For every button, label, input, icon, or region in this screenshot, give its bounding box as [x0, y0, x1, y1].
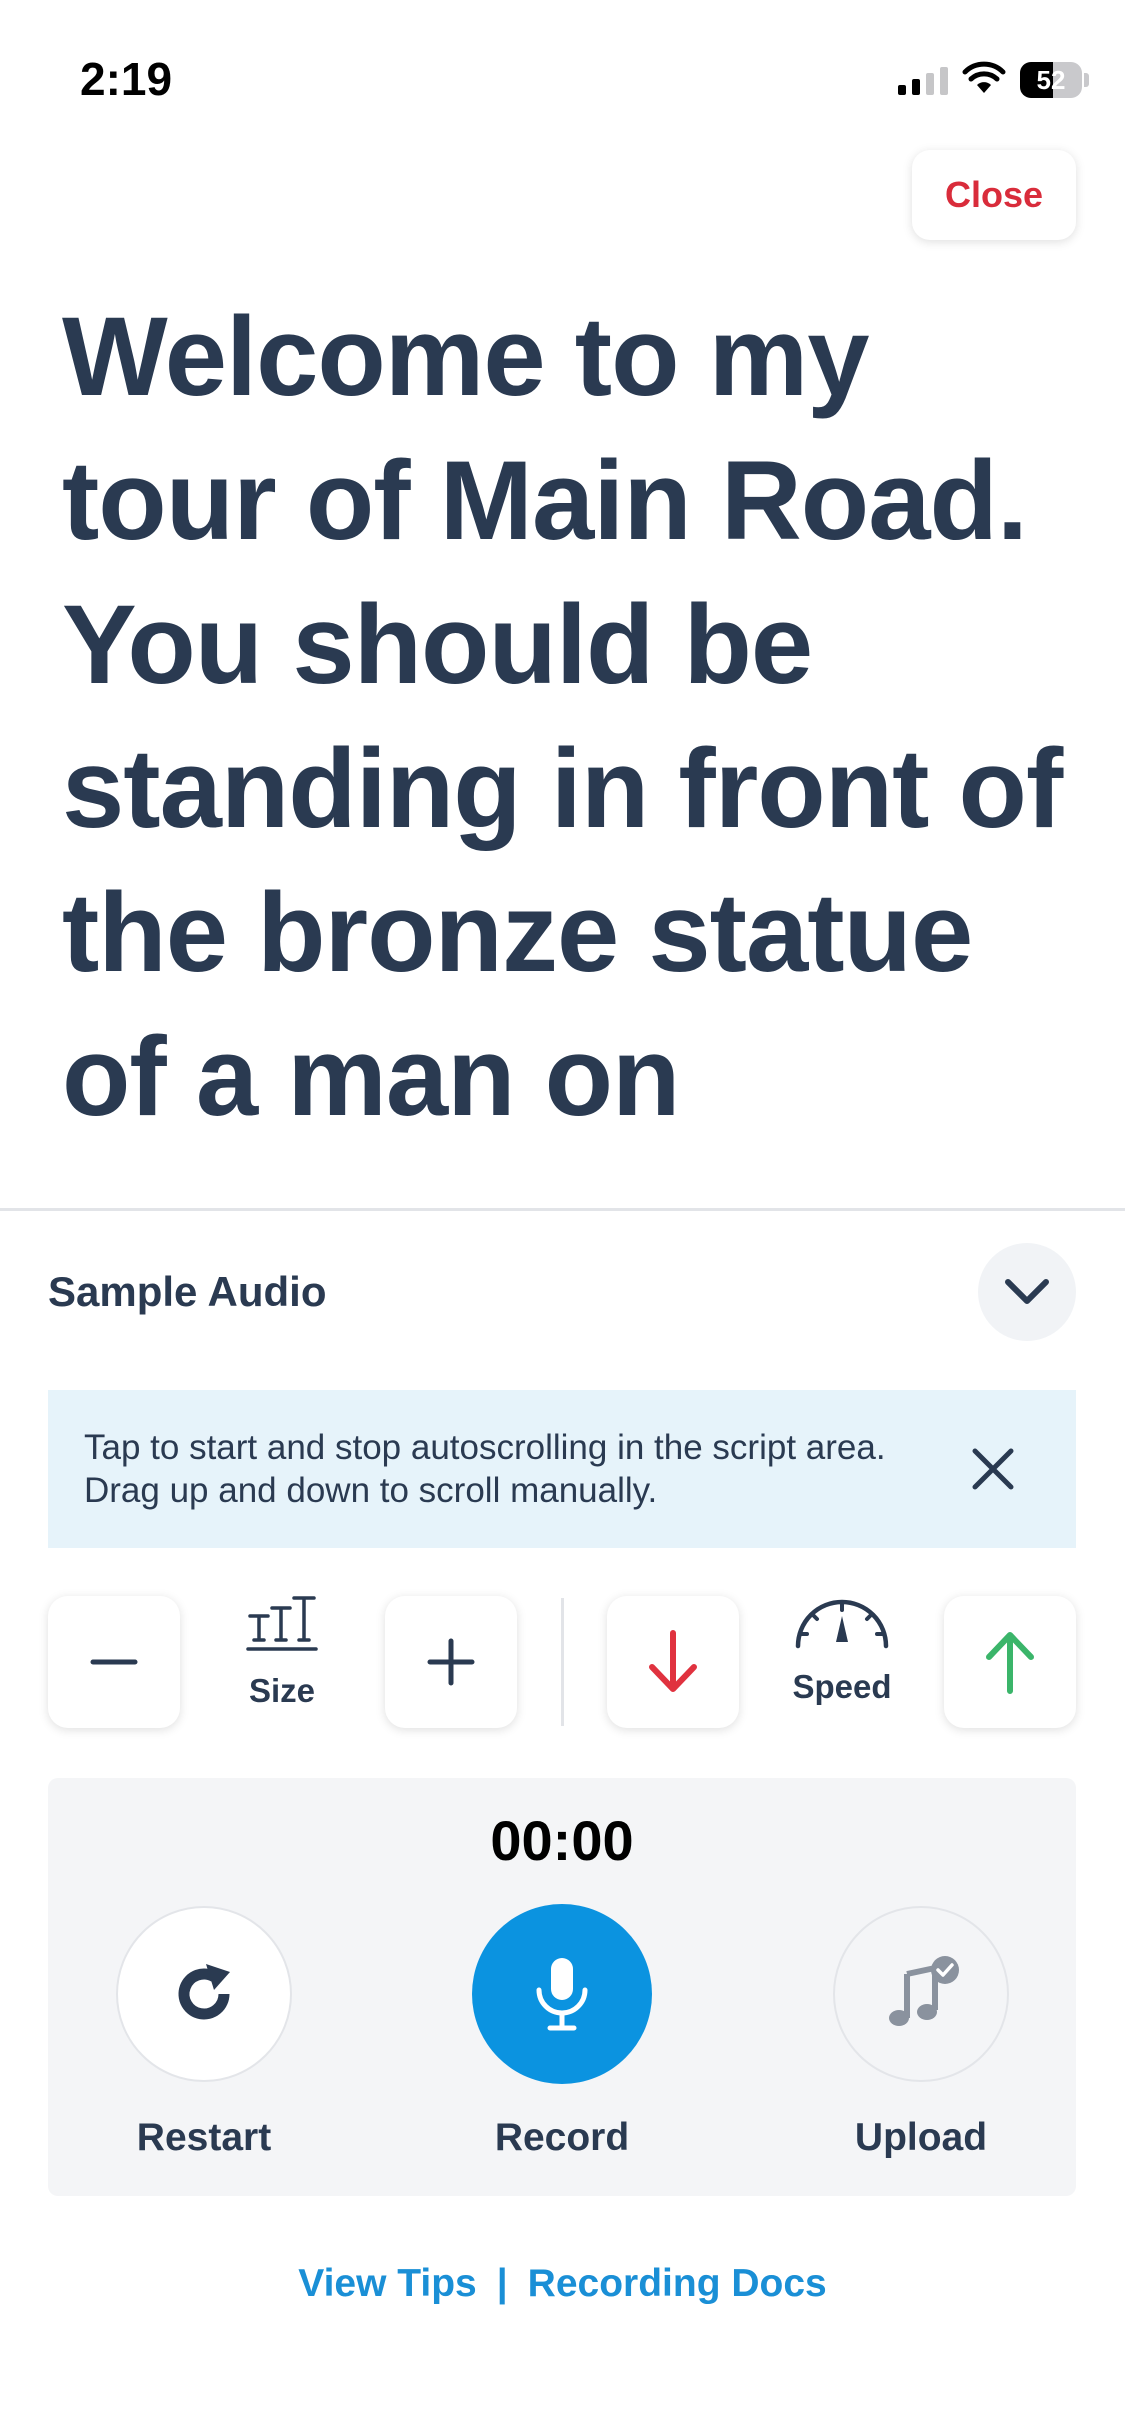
restart-icon	[178, 1964, 230, 2020]
decrease-size-button[interactable]	[48, 1596, 180, 1728]
footer-separator: |	[496, 2262, 508, 2305]
size-label: Size	[248, 1672, 316, 1709]
tip-text: Tap to start and stop autoscrolling in t…	[84, 1428, 886, 1510]
controls-separator	[561, 1598, 564, 1726]
upload-label: Upload	[854, 2116, 988, 2159]
battery-tip	[1084, 73, 1089, 87]
recording-docs-link[interactable]: Recording Docs	[528, 2262, 827, 2305]
footer-links: View Tips | Recording Docs	[0, 2262, 1125, 2306]
status-bar: 2:19 52	[0, 0, 1125, 160]
microphone-icon	[536, 1958, 588, 2031]
cellular-signal-icon	[898, 65, 948, 95]
battery-icon: 52	[1020, 62, 1082, 98]
collapse-panel-button[interactable]	[978, 1243, 1076, 1341]
increase-speed-button[interactable]	[944, 1596, 1076, 1728]
close-button[interactable]: Close	[912, 150, 1076, 240]
speedometer-icon	[792, 1594, 892, 1655]
increase-size-button[interactable]	[385, 1596, 517, 1728]
view-tips-link[interactable]: View Tips	[298, 2262, 476, 2305]
audio-panel-title: Sample Audio	[48, 1268, 327, 1315]
arrow-up-icon	[986, 1632, 1034, 1694]
record-button[interactable]	[472, 1904, 652, 2084]
chevron-down-icon	[1005, 1279, 1049, 1304]
status-time: 2:19	[80, 53, 173, 105]
wifi-icon	[962, 61, 1006, 100]
battery-level: 52	[1036, 64, 1066, 95]
tip-banner: Tap to start and stop autoscrolling in t…	[48, 1390, 1076, 1548]
text-size-icon	[246, 1594, 318, 1659]
record-label: Record	[494, 2116, 630, 2159]
speed-label: Speed	[792, 1668, 892, 1705]
minus-icon	[90, 1659, 138, 1665]
decrease-speed-button[interactable]	[607, 1596, 739, 1728]
dismiss-tip-button[interactable]	[966, 1442, 1020, 1496]
recording-timer: 00:00	[490, 1809, 634, 1872]
upload-button[interactable]	[833, 1906, 1009, 2082]
restart-label: Restart	[136, 2116, 272, 2159]
recorder-panel: 00:00 Restart Record Upload	[48, 1778, 1076, 2196]
arrow-down-icon	[649, 1630, 697, 1692]
divider	[0, 1208, 1125, 1211]
script-text: Welcome to my tour of Main Road. You sho…	[62, 294, 1063, 1125]
close-icon	[972, 1448, 1014, 1490]
restart-button[interactable]	[116, 1906, 292, 2082]
music-upload-icon	[889, 1956, 959, 2026]
script-area[interactable]: Welcome to my tour of Main Road. You sho…	[62, 285, 1072, 1125]
status-icons: 52	[898, 60, 1089, 100]
plus-icon	[427, 1638, 475, 1686]
